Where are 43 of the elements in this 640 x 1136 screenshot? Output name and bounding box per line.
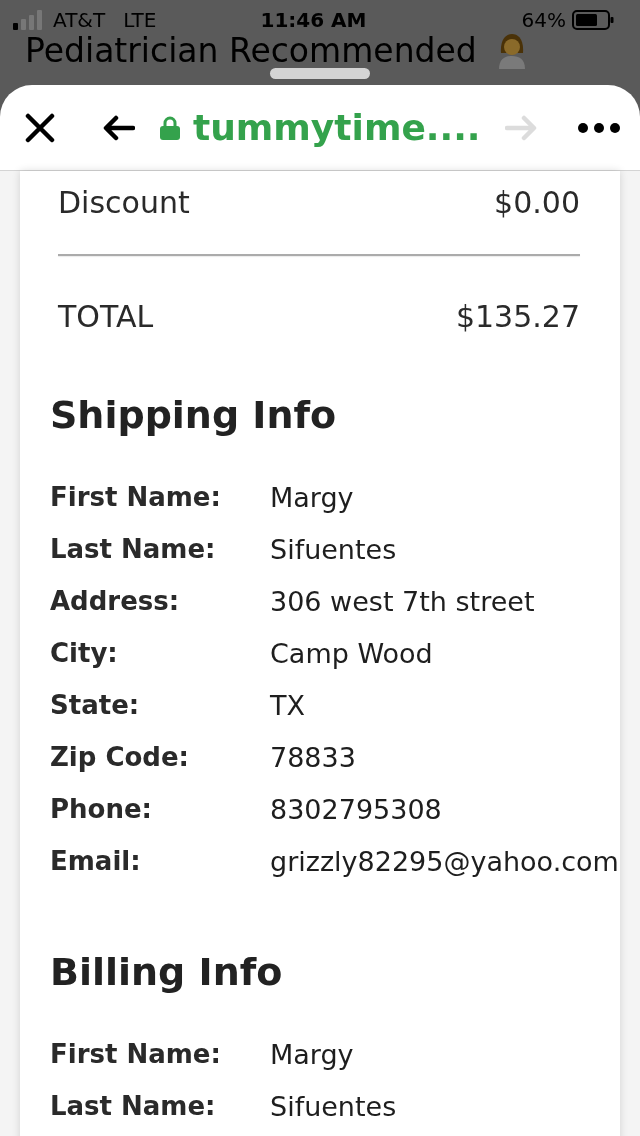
field-value: Sifuentes: [270, 533, 398, 565]
field-value: Margy: [270, 481, 355, 513]
clock-time: 11:46 AM: [260, 8, 367, 32]
field-value: 8302795308: [270, 793, 443, 825]
close-icon: [25, 112, 55, 143]
battery-icon: [572, 10, 614, 30]
field-value: 78833: [270, 741, 357, 773]
summary-amount: $0.00: [494, 184, 580, 220]
field-label: Last Name:: [50, 534, 217, 564]
section-heading: Billing Info: [50, 949, 284, 995]
field-label: City:: [50, 638, 119, 668]
field-label: Phone:: [50, 794, 153, 824]
field-label: First Name:: [50, 1039, 222, 1069]
network-label: LTE: [123, 8, 157, 32]
field-value: TX: [270, 689, 306, 721]
back-button[interactable]: [103, 114, 135, 141]
page-title: Pediatrician Recommended: [25, 34, 477, 68]
field-value: grizzly82295@yahoo.com: [270, 845, 620, 877]
address-button[interactable]: tummytime....: [160, 105, 481, 150]
battery-percent: 64%: [521, 8, 566, 32]
back-arrow-icon: [103, 114, 135, 141]
field-label: First Name:: [50, 482, 222, 512]
person-icon: [496, 33, 527, 69]
field-value: Camp Wood: [270, 637, 434, 669]
field-value: Margy: [270, 1038, 355, 1070]
forward-arrow-icon: [505, 114, 537, 141]
field-value: Sifuentes: [270, 1090, 398, 1122]
field-label: Address:: [50, 586, 181, 616]
more-icon: [578, 122, 620, 133]
section-heading: Shipping Info: [50, 392, 338, 438]
carrier-label: AT&T: [53, 8, 106, 32]
field-value: 306 west 7th street: [270, 585, 536, 617]
field-label: State:: [50, 690, 141, 720]
field-label: Last Name:: [50, 1091, 217, 1121]
summary-label: Discount: [58, 184, 190, 220]
summary-amount: $135.27: [455, 298, 580, 334]
more-button[interactable]: [578, 122, 620, 133]
summary-label: TOTAL: [58, 298, 154, 334]
signal-icon: [13, 10, 43, 30]
field-label: Email:: [50, 846, 142, 876]
sheet-handle[interactable]: [270, 68, 370, 79]
close-button[interactable]: [25, 112, 55, 143]
field-label: Zip Code:: [50, 742, 190, 772]
